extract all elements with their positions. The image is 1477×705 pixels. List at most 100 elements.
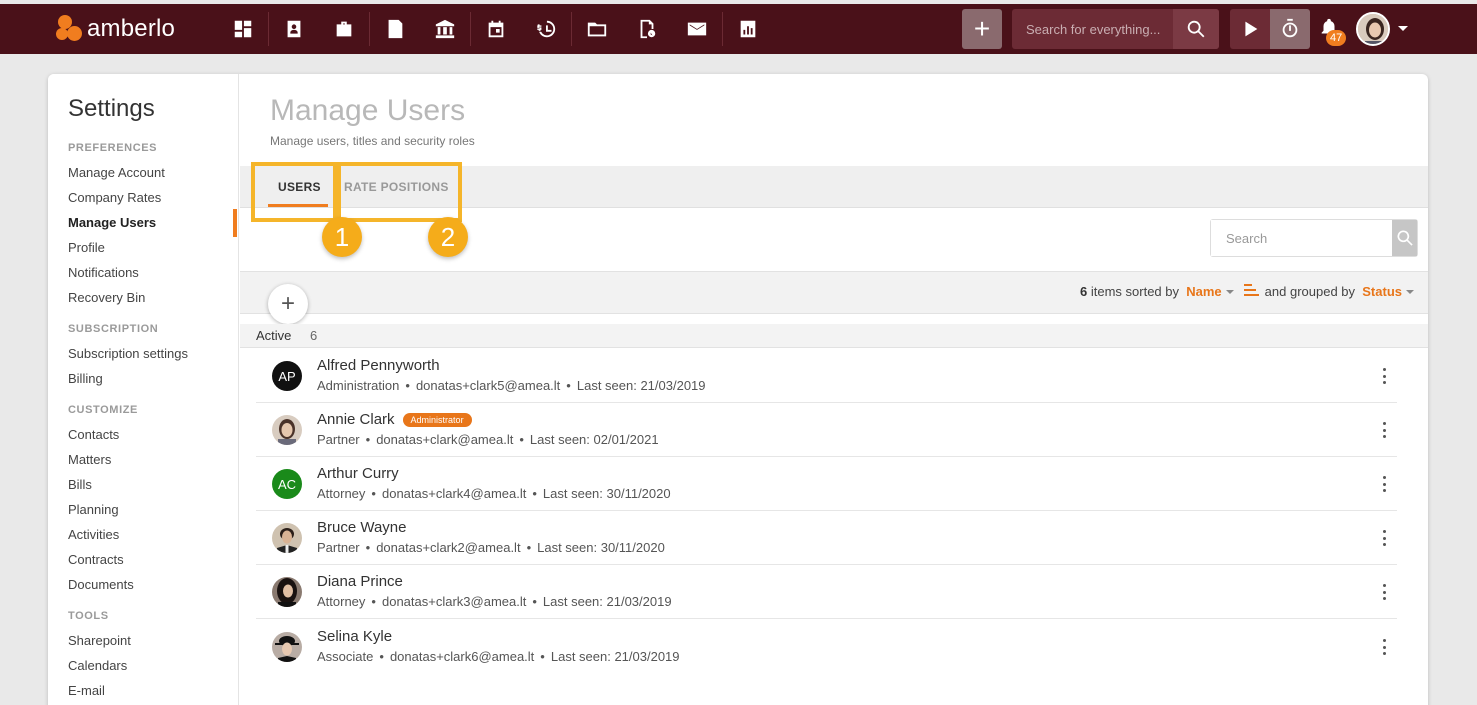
- callout-number-2: 2: [428, 217, 468, 257]
- user-name[interactable]: Diana Prince: [317, 573, 403, 590]
- mail-icon[interactable]: [672, 4, 722, 54]
- user-row[interactable]: AC Arthur Curry Attorney • donatas+clark4@…: [256, 457, 1397, 511]
- sidebar-item-email[interactable]: E-mail: [68, 683, 105, 698]
- sidebar-item-planning[interactable]: Planning: [68, 502, 119, 517]
- add-user-button[interactable]: +: [268, 284, 308, 324]
- sidebar-item-sharepoint[interactable]: Sharepoint: [68, 633, 131, 648]
- more-options-icon[interactable]: [1383, 584, 1387, 600]
- user-email: donatas+clark6@amea.lt: [389, 649, 535, 664]
- sidebar-item-company-rates[interactable]: Company Rates: [68, 190, 161, 205]
- stopwatch-icon: [1282, 18, 1298, 38]
- user-row[interactable]: Bruce Wayne Partner • donatas+clark2@amea.…: [256, 511, 1397, 565]
- reports-icon[interactable]: [723, 4, 773, 54]
- matters-icon[interactable]: [319, 4, 369, 54]
- user-search-input[interactable]: [1211, 220, 1381, 256]
- global-search-button[interactable]: [1173, 9, 1219, 49]
- global-search-input[interactable]: [1012, 21, 1172, 37]
- user-name[interactable]: Bruce Wayne: [317, 519, 406, 536]
- search-icon: [1187, 20, 1205, 38]
- user-last-seen: Last seen: 21/03/2019: [550, 649, 680, 664]
- sort-summary: 6 items sorted by Name and grouped by St…: [1080, 283, 1420, 299]
- avatar: AC: [272, 469, 302, 499]
- more-options-icon[interactable]: [1383, 530, 1387, 546]
- group-header-active[interactable]: Active 6: [240, 324, 1428, 348]
- sidebar-section-preferences: PREFERENCES: [68, 142, 158, 154]
- group-field-dropdown[interactable]: Status: [1362, 284, 1402, 299]
- sidebar-item-matters[interactable]: Matters: [68, 452, 111, 467]
- calendar-icon[interactable]: [471, 4, 521, 54]
- logo-mark-icon: [56, 15, 84, 43]
- page-subtitle: Manage users, titles and security roles: [270, 134, 475, 148]
- user-role: Partner: [317, 432, 360, 447]
- top-navigation-bar: amberlo + Search for everything... 47: [0, 4, 1477, 54]
- chevron-down-icon: [1406, 289, 1414, 294]
- sidebar-item-contacts[interactable]: Contacts: [68, 427, 119, 442]
- search-icon: [1397, 230, 1413, 246]
- user-role: Associate: [317, 649, 374, 664]
- user-search-button[interactable]: [1392, 220, 1417, 256]
- more-options-icon[interactable]: [1383, 476, 1387, 492]
- sidebar-section-subscription: SUBSCRIPTION: [68, 323, 159, 335]
- notification-count-badge: 47: [1326, 30, 1347, 46]
- sidebar-item-activities[interactable]: Activities: [68, 527, 119, 542]
- chevron-down-icon[interactable]: [1398, 26, 1408, 31]
- user-email: donatas+clark3@amea.lt: [381, 594, 527, 609]
- avatar: [272, 415, 302, 445]
- user-row[interactable]: AP Alfred Pennyworth Administration • dona…: [256, 349, 1397, 403]
- grouped-by-label: and grouped by: [1264, 284, 1356, 299]
- sort-direction-icon[interactable]: [1243, 283, 1259, 296]
- bills-icon[interactable]: [370, 4, 420, 54]
- contacts-icon[interactable]: [269, 4, 319, 54]
- sidebar-item-manage-account[interactable]: Manage Account: [68, 165, 165, 180]
- chevron-down-icon: [1225, 289, 1234, 294]
- time-money-icon[interactable]: [521, 4, 571, 54]
- user-avatar[interactable]: [1356, 12, 1390, 46]
- bank-icon[interactable]: [420, 4, 470, 54]
- stopwatch-button[interactable]: [1270, 9, 1310, 49]
- avatar: [272, 523, 302, 553]
- sidebar-item-recovery-bin[interactable]: Recovery Bin: [68, 290, 145, 305]
- logo-text: amberlo: [87, 15, 176, 42]
- items-sorted-by-label: items sorted by: [1090, 284, 1180, 299]
- sidebar-item-manage-users[interactable]: Manage Users: [68, 215, 156, 230]
- more-options-icon[interactable]: [1383, 368, 1387, 384]
- user-row[interactable]: Diana Prince Attorney • donatas+clark3@ame…: [256, 565, 1397, 619]
- sidebar-item-profile[interactable]: Profile: [68, 240, 105, 255]
- user-row[interactable]: Selina Kyle Associate • donatas+clark6@ame…: [256, 620, 1397, 674]
- documents-icon[interactable]: [622, 4, 672, 54]
- group-label: Active: [256, 328, 292, 343]
- sidebar-item-contracts[interactable]: Contracts: [68, 552, 124, 567]
- more-options-icon[interactable]: [1383, 422, 1387, 438]
- sidebar-item-bills[interactable]: Bills: [68, 477, 92, 492]
- user-name[interactable]: Annie Clark: [317, 411, 395, 428]
- quick-add-button[interactable]: +: [962, 9, 1002, 49]
- folder-icon[interactable]: [572, 4, 622, 54]
- sidebar-item-billing[interactable]: Billing: [68, 371, 103, 386]
- administrator-badge: Administrator: [402, 412, 472, 427]
- user-role: Attorney: [317, 594, 366, 609]
- item-count: 6: [1080, 284, 1088, 299]
- user-email: donatas+clark@amea.lt: [376, 432, 514, 447]
- start-timer-button[interactable]: [1230, 9, 1270, 49]
- sidebar-item-notifications[interactable]: Notifications: [68, 265, 139, 280]
- dashboard-icon[interactable]: [218, 4, 268, 54]
- more-options-icon[interactable]: [1383, 639, 1387, 655]
- user-name[interactable]: Alfred Pennyworth: [317, 357, 440, 374]
- user-name[interactable]: Selina Kyle: [317, 628, 392, 645]
- user-row[interactable]: Annie Clark Administrator Partner • donatas…: [256, 403, 1397, 457]
- sidebar-item-subscription-settings[interactable]: Subscription settings: [68, 346, 188, 361]
- module-nav: [218, 4, 773, 54]
- settings-card: Settings PREFERENCES Manage Account Comp…: [48, 74, 1428, 705]
- user-last-seen: Last seen: 21/03/2019: [542, 594, 672, 609]
- highlight-box-rate-positions-tab: [337, 162, 462, 222]
- user-name[interactable]: Arthur Curry: [317, 465, 399, 482]
- sidebar-item-documents[interactable]: Documents: [68, 577, 134, 592]
- amberlo-logo[interactable]: amberlo: [56, 14, 175, 44]
- sidebar-item-calendars[interactable]: Calendars: [68, 658, 127, 673]
- user-last-seen: Last seen: 21/03/2019: [576, 378, 706, 393]
- highlight-box-users-tab: [251, 162, 337, 222]
- avatar: AP: [272, 361, 302, 391]
- sort-group-bar: 6 items sorted by Name and grouped by St…: [240, 271, 1428, 314]
- user-email: donatas+clark4@amea.lt: [381, 486, 527, 501]
- sort-field-dropdown[interactable]: Name: [1186, 284, 1221, 299]
